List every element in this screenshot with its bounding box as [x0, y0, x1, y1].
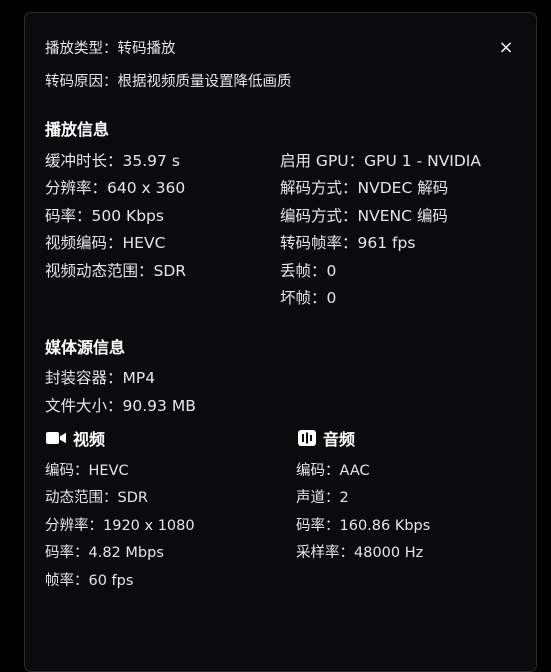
video-info-row: 编码HEVC	[45, 459, 129, 480]
media-source-title: 媒体源信息	[45, 338, 126, 357]
info-label: 声道	[296, 490, 340, 506]
info-value: 640 x 360	[107, 179, 186, 197]
info-label: 采样率	[296, 545, 354, 561]
info-label: 码率	[45, 545, 89, 561]
info-row: 转码帧率961 fps	[280, 231, 415, 253]
container-value: MP4	[122, 369, 156, 387]
info-value: 48000 Hz	[354, 545, 424, 561]
play-type-row: 播放类型转码播放	[45, 37, 176, 58]
info-label: 分辨率	[45, 518, 103, 534]
info-label: 码率	[296, 518, 340, 534]
container-label: 封装容器	[45, 369, 123, 387]
video-info-row: 码率4.82 Mbps	[45, 541, 164, 562]
audio-waveform-icon	[297, 429, 317, 447]
info-value: 0	[326, 289, 337, 307]
play-type-label: 播放类型	[45, 41, 118, 57]
close-button[interactable]: ×	[495, 37, 517, 59]
info-row: 视频动态范围SDR	[45, 259, 186, 281]
info-value: 2	[339, 490, 349, 506]
file-size-value: 90.93 MB	[122, 397, 196, 415]
audio-info-row: 采样率48000 Hz	[296, 541, 423, 562]
info-value: SDR	[153, 262, 187, 280]
info-row: 解码方式NVDEC 解码	[280, 176, 448, 198]
video-info-row: 帧率60 fps	[45, 569, 133, 590]
info-row: 启用 GPUGPU 1 - NVIDIA	[280, 149, 481, 171]
info-label: 帧率	[45, 573, 89, 589]
transcode-reason-row: 转码原因根据视频质量设置降低画质	[45, 70, 292, 91]
info-value: 961 fps	[357, 234, 416, 252]
audio-info-row: 声道2	[296, 486, 349, 507]
info-row: 编码方式NVENC 编码	[280, 204, 448, 226]
info-row: 坏帧0	[280, 286, 336, 308]
info-value: AAC	[339, 463, 370, 479]
info-value: 35.97 s	[122, 152, 180, 170]
info-value: HEVC	[88, 463, 129, 479]
video-info-row: 分辨率1920 x 1080	[45, 514, 195, 535]
close-icon: ×	[498, 37, 514, 58]
info-row: 视频编码HEVC	[45, 231, 165, 253]
video-section-title: 视频	[45, 426, 105, 450]
transcode-reason-label: 转码原因	[45, 74, 118, 90]
info-label: 编码方式	[280, 207, 358, 225]
file-size-row: 文件大小90.93 MB	[45, 394, 196, 416]
audio-info-row: 编码AAC	[296, 459, 370, 480]
audio-title: 音频	[323, 430, 356, 449]
info-label: 缓冲时长	[45, 152, 123, 170]
info-value: 60 fps	[88, 573, 134, 589]
info-label: 坏帧	[280, 289, 327, 307]
audio-section-title: 音频	[297, 426, 355, 450]
info-label: 动态范围	[45, 490, 118, 506]
file-size-label: 文件大小	[45, 397, 123, 415]
info-label: 视频编码	[45, 234, 123, 252]
audio-info-row: 码率160.86 Kbps	[296, 514, 430, 535]
info-value: 0	[326, 262, 337, 280]
info-value: SDR	[117, 490, 148, 506]
playback-info-title: 播放信息	[45, 120, 110, 139]
info-value: 160.86 Kbps	[339, 518, 431, 534]
info-value: 500 Kbps	[91, 207, 164, 225]
transcode-reason-value: 根据视频质量设置降低画质	[117, 74, 292, 90]
info-label: 解码方式	[280, 179, 358, 197]
info-label: 丢帧	[280, 262, 327, 280]
playback-info-dialog: × 播放类型转码播放 转码原因根据视频质量设置降低画质 播放信息 缓冲时长35.…	[24, 12, 537, 672]
video-info-row: 动态范围SDR	[45, 486, 148, 507]
video-camera-icon	[45, 430, 67, 446]
container-row: 封装容器MP4	[45, 366, 155, 388]
info-label: 视频动态范围	[45, 262, 154, 280]
play-type-value: 转码播放	[117, 41, 176, 57]
info-row: 分辨率640 x 360	[45, 176, 185, 198]
info-value: HEVC	[122, 234, 166, 252]
info-value: 1920 x 1080	[103, 518, 195, 534]
video-title: 视频	[73, 430, 106, 449]
info-label: 码率	[45, 207, 92, 225]
info-row: 丢帧0	[280, 259, 336, 281]
info-value: NVDEC 解码	[357, 179, 449, 197]
info-label: 编码	[45, 463, 89, 479]
info-label: 转码帧率	[280, 234, 358, 252]
info-row: 码率500 Kbps	[45, 204, 164, 226]
info-row: 缓冲时长35.97 s	[45, 149, 180, 171]
info-label: 分辨率	[45, 179, 107, 197]
info-label: 编码	[296, 463, 340, 479]
info-value: GPU 1 - NVIDIA	[364, 152, 481, 170]
info-label: 启用 GPU	[280, 152, 364, 170]
info-value: NVENC 编码	[357, 207, 448, 225]
info-value: 4.82 Mbps	[88, 545, 164, 561]
